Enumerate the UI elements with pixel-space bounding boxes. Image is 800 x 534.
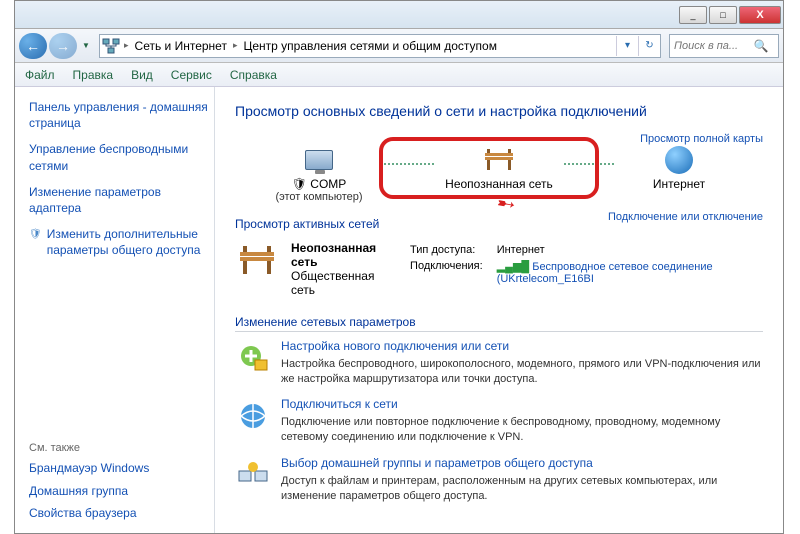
close-button[interactable]: X bbox=[739, 6, 781, 24]
chevron-icon: ▸ bbox=[122, 40, 131, 51]
menu-file[interactable]: Файл bbox=[25, 68, 55, 82]
breadcrumb-level1[interactable]: Сеть и Интернет bbox=[131, 39, 231, 53]
active-networks-heading: Просмотр активных сетей bbox=[235, 217, 379, 231]
chevron-icon: ▸ bbox=[231, 40, 240, 51]
forward-button[interactable]: → bbox=[49, 33, 77, 59]
search-icon[interactable]: 🔍 bbox=[750, 35, 772, 57]
unknown-network-label: Неопознанная сеть bbox=[434, 177, 564, 191]
active-network-title: Неопознанная сеть bbox=[291, 241, 390, 269]
main-content: Просмотр основных сведений о сети и наст… bbox=[215, 87, 783, 533]
access-type-label: Тип доступа: bbox=[404, 243, 489, 257]
connections-label: Подключения: bbox=[404, 259, 489, 286]
active-network-type: Общественная сеть bbox=[291, 269, 390, 297]
menu-edit[interactable]: Правка bbox=[73, 68, 114, 82]
task-connect-desc: Подключение или повторное подключение к … bbox=[281, 415, 763, 445]
menu-tools[interactable]: Сервис bbox=[171, 68, 212, 82]
see-also-heading: См. также bbox=[29, 442, 208, 454]
page-title: Просмотр основных сведений о сети и наст… bbox=[235, 103, 763, 119]
menu-help[interactable]: Справка bbox=[230, 68, 277, 82]
sidebar-sharing-link[interactable]: 🛡 Изменить дополнительные параметры обще… bbox=[29, 226, 208, 258]
refresh-button[interactable]: ↻ bbox=[638, 36, 660, 56]
computer-sublabel: (этот компьютер) bbox=[254, 191, 384, 203]
task-homegroup: Выбор домашней группы и параметров общег… bbox=[235, 455, 763, 503]
new-connection-icon bbox=[235, 340, 271, 376]
minimize-button[interactable]: _ bbox=[679, 6, 707, 24]
access-type-value: Интернет bbox=[491, 243, 761, 257]
task-new-connection-desc: Настройка беспроводного, широкополосного… bbox=[281, 357, 763, 387]
sidebar-browser-link[interactable]: Свойства браузера bbox=[29, 505, 208, 521]
bench-icon bbox=[479, 145, 519, 175]
menu-bar: Файл Правка Вид Сервис Справка bbox=[15, 63, 783, 87]
network-params-heading: Изменение сетевых параметров bbox=[235, 315, 763, 332]
computer-icon bbox=[299, 145, 339, 175]
connect-disconnect-link[interactable]: Подключение или отключение bbox=[608, 211, 763, 231]
history-dropdown[interactable]: ▼ bbox=[79, 35, 93, 57]
wifi-signal-icon: ▂▄▆█ bbox=[497, 260, 530, 273]
shield-icon: 🛡 bbox=[29, 228, 42, 242]
address-bar[interactable]: ▸ Сеть и Интернет ▸ Центр управления сет… bbox=[99, 34, 661, 58]
network-center-icon bbox=[100, 36, 122, 56]
computer-name: COMP bbox=[310, 177, 346, 191]
globe-icon bbox=[659, 145, 699, 175]
titlebar: _ □ X bbox=[15, 1, 783, 29]
window-frame: _ □ X ← → ▼ ▸ Сеть и Интернет ▸ Центр уп… bbox=[14, 0, 784, 534]
search-input[interactable] bbox=[670, 40, 750, 52]
bench-icon bbox=[235, 241, 279, 281]
connect-network-icon bbox=[235, 398, 271, 434]
internet-label: Интернет bbox=[614, 177, 744, 191]
task-homegroup-link[interactable]: Выбор домашней группы и параметров общег… bbox=[281, 455, 763, 472]
maximize-button[interactable]: □ bbox=[709, 6, 737, 24]
access-details: Тип доступа: Интернет Подключения: ▂▄▆█Б… bbox=[402, 241, 763, 288]
network-node-unknown: Неопознанная сеть bbox=[434, 145, 564, 191]
body-area: Панель управления - домашняя страница Уп… bbox=[15, 87, 783, 533]
breadcrumb-level2[interactable]: Центр управления сетями и общим доступом bbox=[239, 39, 501, 53]
task-new-connection: Настройка нового подключения или сети На… bbox=[235, 338, 763, 386]
sidebar-sharing-label: Изменить дополнительные параметры общего… bbox=[47, 226, 208, 258]
sidebar-homegroup-link[interactable]: Домашняя группа bbox=[29, 483, 208, 499]
nav-toolbar: ← → ▼ ▸ Сеть и Интернет ▸ Центр управлен… bbox=[15, 29, 783, 63]
task-connect: Подключиться к сети Подключение или повт… bbox=[235, 396, 763, 444]
network-map: 🛡 COMP (этот компьютер) Неопознанная сет… bbox=[235, 145, 763, 207]
homegroup-icon bbox=[235, 457, 271, 493]
network-node-computer: 🛡 COMP (этот компьютер) bbox=[254, 145, 384, 203]
connection-line bbox=[564, 163, 614, 165]
address-dropdown[interactable]: ▾ bbox=[616, 36, 638, 56]
network-node-internet: Интернет bbox=[614, 145, 744, 191]
back-button[interactable]: ← bbox=[19, 33, 47, 59]
active-network-row: Неопознанная сеть Общественная сеть Тип … bbox=[235, 241, 763, 297]
sidebar-home-link[interactable]: Панель управления - домашняя страница bbox=[29, 99, 208, 131]
sidebar-firewall-link[interactable]: Брандмауэр Windows bbox=[29, 460, 208, 476]
full-map-link[interactable]: Просмотр полной карты bbox=[640, 133, 763, 145]
task-new-connection-link[interactable]: Настройка нового подключения или сети bbox=[281, 338, 763, 355]
task-homegroup-desc: Доступ к файлам и принтерам, расположенн… bbox=[281, 474, 763, 504]
connection-line bbox=[384, 163, 434, 165]
sidebar-wireless-link[interactable]: Управление беспроводными сетями bbox=[29, 141, 208, 173]
search-box[interactable]: 🔍 bbox=[669, 34, 779, 58]
sidebar-adapter-link[interactable]: Изменение параметров адаптера bbox=[29, 184, 208, 216]
sidebar: Панель управления - домашняя страница Уп… bbox=[15, 87, 215, 533]
task-connect-link[interactable]: Подключиться к сети bbox=[281, 396, 763, 413]
menu-view[interactable]: Вид bbox=[131, 68, 153, 82]
